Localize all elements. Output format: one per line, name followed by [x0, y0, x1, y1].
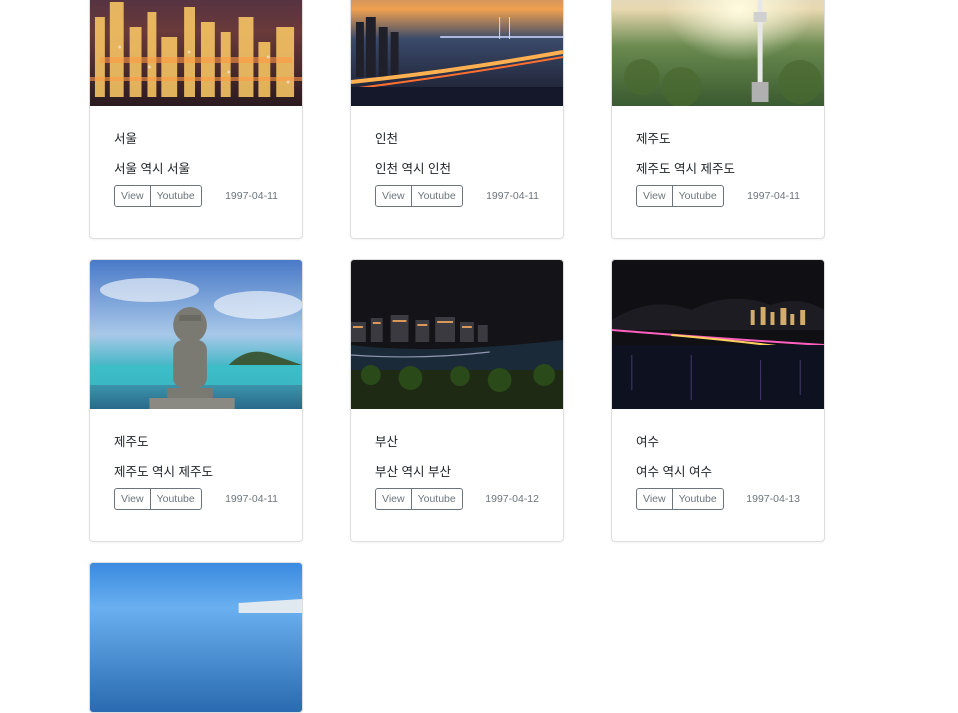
button-group: View Youtube — [375, 488, 463, 510]
card-footer: View Youtube 1997-04-11 — [114, 488, 278, 510]
card-text: 서울 역시 서울 — [114, 162, 190, 176]
youtube-button[interactable]: Youtube — [410, 185, 463, 207]
youtube-button[interactable]: Youtube — [149, 488, 202, 510]
card-thumbnail — [90, 0, 302, 106]
card-thumbnail — [90, 260, 302, 409]
album-card — [89, 562, 303, 713]
album-card: 여수 여수 역시 여수 View Youtube 1997-04-13 — [611, 259, 825, 542]
card-thumbnail — [90, 563, 302, 712]
youtube-button[interactable]: Youtube — [149, 185, 202, 207]
view-button[interactable]: View — [114, 185, 151, 207]
card-title: 서울 — [114, 132, 138, 146]
card-thumbnail — [612, 260, 824, 409]
card-footer: View Youtube 1997-04-11 — [636, 185, 800, 207]
card-footer: View Youtube 1997-04-12 — [375, 488, 539, 510]
album-grid: 서울 서울 역시 서울 View Youtube 1997-04-11 인천 인… — [0, 0, 958, 713]
card-title: 부산 — [375, 435, 399, 449]
card-date: 1997-04-11 — [225, 493, 278, 505]
button-group: View Youtube — [114, 185, 202, 207]
card-date: 1997-04-12 — [485, 493, 539, 505]
card-thumbnail — [351, 260, 563, 409]
card-date: 1997-04-11 — [225, 190, 278, 202]
card-thumbnail — [351, 0, 563, 106]
card-text: 제주도 역시 제주도 — [114, 465, 213, 479]
view-button[interactable]: View — [114, 488, 151, 510]
card-text: 제주도 역시 제주도 — [636, 162, 735, 176]
card-footer: View Youtube 1997-04-13 — [636, 488, 800, 510]
card-footer: View Youtube 1997-04-11 — [375, 185, 539, 207]
card-text: 여수 역시 여수 — [636, 465, 712, 479]
card-footer: View Youtube 1997-04-11 — [114, 185, 278, 207]
view-button[interactable]: View — [375, 185, 412, 207]
card-date: 1997-04-11 — [486, 190, 539, 202]
card-title: 여수 — [636, 435, 660, 449]
album-card: 부산 부산 역시 부산 View Youtube 1997-04-12 — [350, 259, 564, 542]
album-card: 제주도 제주도 역시 제주도 View Youtube 1997-04-11 — [89, 259, 303, 542]
album-card: 인천 인천 역시 인천 View Youtube 1997-04-11 — [350, 0, 564, 239]
album-card: 서울 서울 역시 서울 View Youtube 1997-04-11 — [89, 0, 303, 239]
card-date: 1997-04-13 — [746, 493, 800, 505]
button-group: View Youtube — [636, 185, 724, 207]
card-title: 인천 — [375, 132, 399, 146]
card-thumbnail — [612, 0, 824, 106]
youtube-button[interactable]: Youtube — [671, 185, 724, 207]
youtube-button[interactable]: Youtube — [410, 488, 463, 510]
view-button[interactable]: View — [636, 488, 673, 510]
card-text: 인천 역시 인천 — [375, 162, 451, 176]
card-title: 제주도 — [636, 132, 671, 146]
button-group: View Youtube — [114, 488, 202, 510]
album-card: 제주도 제주도 역시 제주도 View Youtube 1997-04-11 — [611, 0, 825, 239]
button-group: View Youtube — [375, 185, 463, 207]
card-text: 부산 역시 부산 — [375, 465, 451, 479]
card-title: 제주도 — [114, 435, 149, 449]
card-date: 1997-04-11 — [747, 190, 800, 202]
youtube-button[interactable]: Youtube — [671, 488, 724, 510]
view-button[interactable]: View — [375, 488, 412, 510]
view-button[interactable]: View — [636, 185, 673, 207]
button-group: View Youtube — [636, 488, 724, 510]
